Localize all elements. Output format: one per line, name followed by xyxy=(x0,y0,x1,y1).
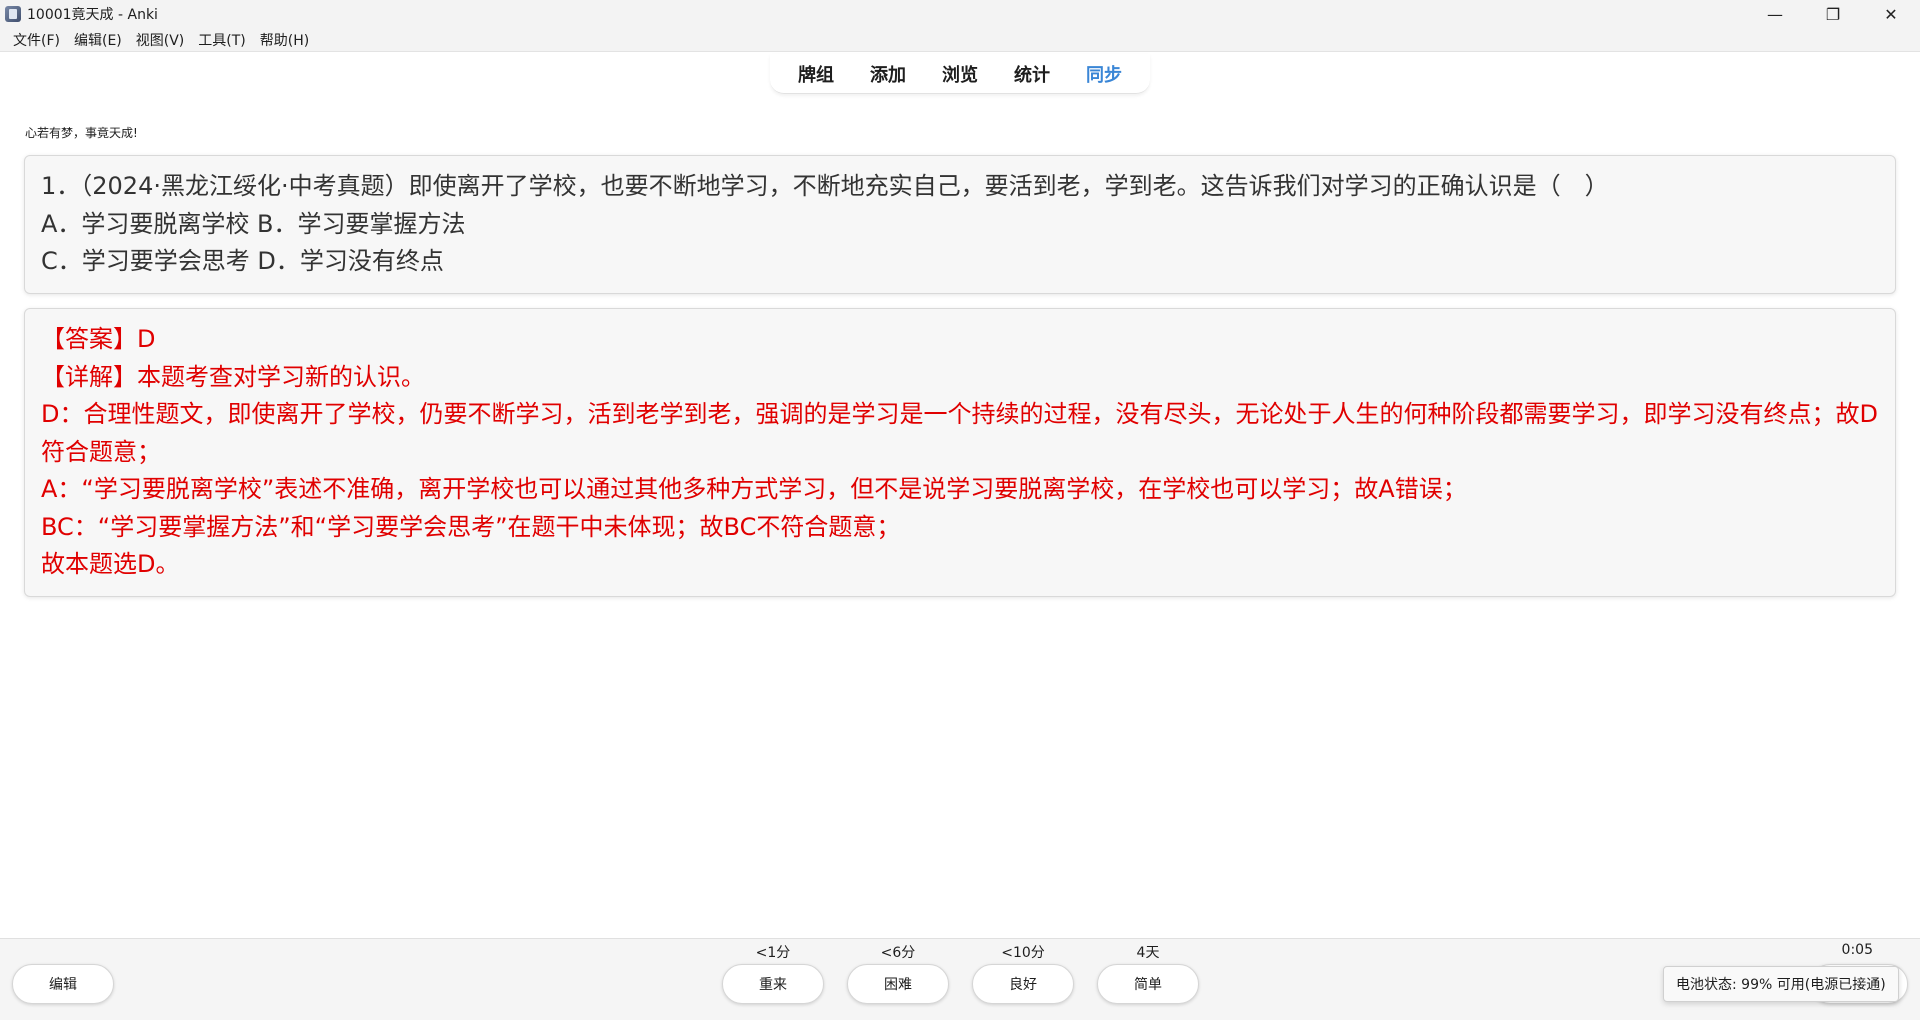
easy-button[interactable]: 简单 xyxy=(1097,964,1199,1004)
answer-explanation-heading: 【详解】本题考查对学习新的认识。 xyxy=(41,362,425,391)
card-tagline: 心若有梦，事竟天成! xyxy=(25,126,138,140)
question-options-cd: C．学习要学会思考 D．学习没有终点 xyxy=(41,247,444,275)
interval-again: <1分 xyxy=(755,945,791,961)
menu-help[interactable]: 帮助(H) xyxy=(253,30,316,50)
answer-explanation-bc: BC：“学习要掌握方法”和“学习要学会思考”在题干中未体现；故BC不符合题意； xyxy=(41,512,901,541)
good-button[interactable]: 良好 xyxy=(972,964,1074,1004)
menu-tools[interactable]: 工具(T) xyxy=(191,30,252,50)
answer-conclusion: 故本题选D。 xyxy=(41,550,180,578)
review-timer: 0:05 xyxy=(1841,942,1873,958)
question-stem: 1．（2024·黑龙江绥化·中考真题）即使离开了学校，也要不断地学习，不断地充实… xyxy=(41,172,1609,200)
interval-easy: 4天 xyxy=(1136,945,1160,961)
main-toolbar: 牌组 添加 浏览 统计 同步 xyxy=(770,54,1150,94)
answer-key: 【答案】D xyxy=(41,325,156,353)
question-card: 1．（2024·黑龙江绥化·中考真题）即使离开了学校，也要不断地学习，不断地充实… xyxy=(24,155,1896,294)
restore-button[interactable]: ❐ xyxy=(1804,0,1862,28)
toolbar-decks[interactable]: 牌组 xyxy=(780,61,852,87)
menu-view[interactable]: 视图(V) xyxy=(129,30,192,50)
minimize-button[interactable]: — xyxy=(1746,0,1804,28)
battery-status-tooltip: 电池状态: 99% 可用(电源已接通) xyxy=(1663,966,1899,1002)
edit-button[interactable]: 编辑 xyxy=(12,964,114,1004)
toolbar-browse[interactable]: 浏览 xyxy=(924,61,996,87)
anki-app-icon xyxy=(5,6,21,22)
question-options-ab: A．学习要脱离学校 B．学习要掌握方法 xyxy=(41,209,466,238)
menu-edit[interactable]: 编辑(E) xyxy=(67,30,129,50)
answer-card: 【答案】D 【详解】本题考查对学习新的认识。 D：合理性题文，即使离开了学校，仍… xyxy=(24,308,1896,597)
toolbar-add[interactable]: 添加 xyxy=(852,61,924,87)
interval-hard: <6分 xyxy=(880,945,916,961)
toolbar-sync[interactable]: 同步 xyxy=(1068,61,1140,87)
close-button[interactable]: ✕ xyxy=(1862,0,1920,28)
window-controls: — ❐ ✕ xyxy=(1746,0,1920,28)
interval-good: <10分 xyxy=(1001,945,1045,961)
toolbar-stats[interactable]: 统计 xyxy=(996,61,1068,87)
again-button[interactable]: 重来 xyxy=(722,964,824,1004)
answer-explanation-d: D：合理性题文，即使离开了学校，仍要不断学习，活到老学到老，强调的是学习是一个持… xyxy=(41,400,1878,466)
bottom-bar xyxy=(0,938,1920,1020)
menu-file[interactable]: 文件(F) xyxy=(6,30,67,50)
title-bar: 10001竟天成 - Anki — ❐ ✕ xyxy=(0,0,1920,28)
hard-button[interactable]: 困难 xyxy=(847,964,949,1004)
window-title: 10001竟天成 - Anki xyxy=(27,7,158,23)
answer-explanation-a: A：“学习要脱离学校”表述不准确，离开学校也可以通过其他多种方式学习，但不是说学… xyxy=(41,475,1467,503)
menu-bar: 文件(F) 编辑(E) 视图(V) 工具(T) 帮助(H) xyxy=(0,28,1920,52)
